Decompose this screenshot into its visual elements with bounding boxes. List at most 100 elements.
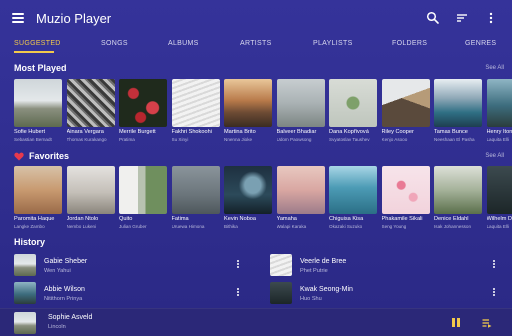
favorites-see-all-link[interactable]: See All	[485, 153, 504, 159]
music-player-app: Muzio Player SUGGESTED SONGS ALBUMS ARTI…	[0, 0, 512, 336]
album-art	[14, 79, 62, 127]
more-vert-icon[interactable]	[491, 288, 497, 298]
album-title: Henry Iton	[486, 129, 512, 135]
album-card[interactable]: Tamas Bunce Neeshaan El Pasha	[434, 79, 482, 151]
tab-suggested[interactable]: SUGGESTED	[14, 40, 61, 47]
album-art	[276, 79, 325, 127]
album-title: Yamaha	[276, 216, 297, 222]
tab-genres[interactable]: GENRES	[465, 40, 496, 47]
history-item[interactable]: Veerle de Bree Phet Putrie	[270, 254, 512, 278]
history-item[interactable]: Abbie Wilson Nitithorn Prinya	[14, 282, 264, 306]
more-vert-icon[interactable]	[235, 260, 241, 270]
album-art	[224, 166, 272, 214]
favorites-row: Paromita Haque Langke Zambo Jordan Ntolo Ne…	[14, 166, 512, 238]
album-title: Tamas Bunce	[434, 129, 468, 135]
album-title: Wilhelm D	[486, 216, 512, 222]
album-art	[276, 166, 325, 214]
tab-albums[interactable]: ALBUMS	[168, 40, 199, 47]
album-card[interactable]: Phakamile Sikali Seng Young	[381, 166, 430, 238]
album-art	[171, 166, 220, 214]
most-played-see-all-link[interactable]: See All	[485, 65, 504, 71]
album-art	[381, 166, 430, 214]
album-artist: Laquita Elli	[486, 137, 509, 142]
album-art	[66, 79, 115, 127]
album-card[interactable]: Wilhelm D Laquita Elli	[486, 166, 512, 238]
track-artist: Huo Shu	[300, 296, 322, 302]
album-card[interactable]: Yamaha Walapi Karaka	[276, 166, 325, 238]
album-art	[14, 254, 36, 276]
album-title: Fatima	[171, 216, 189, 222]
album-card[interactable]: Jordan Ntolo Nembo Lukeni	[66, 166, 115, 238]
album-artist: Nnenna Jioke	[224, 137, 253, 142]
album-artist: Bithika	[224, 224, 238, 229]
album-title: Martina Brito	[224, 129, 256, 135]
album-card[interactable]: Denice Eldahl Isak Johannesson	[434, 166, 482, 238]
tab-artists[interactable]: ARTISTS	[240, 40, 272, 47]
album-card[interactable]: Sofie Hubert Sebastian Bernadt	[14, 79, 62, 151]
album-card[interactable]: Kevin Noboa Bithika	[224, 166, 272, 238]
album-title: Jordan Ntolo	[66, 216, 99, 222]
album-card[interactable]: Riley Cooper Kenjo Asooo	[381, 79, 430, 151]
album-card[interactable]: Merrile Burgett Pratima	[119, 79, 167, 151]
now-playing-artist: Lincoln	[48, 324, 66, 330]
album-art	[329, 166, 377, 214]
album-title: Riley Cooper	[381, 129, 414, 135]
album-artist: Su Xinyi	[171, 137, 189, 142]
queue-icon[interactable]	[482, 318, 492, 328]
sort-icon[interactable]	[455, 11, 469, 25]
album-art	[14, 166, 62, 214]
album-card[interactable]: Quito Julian Gruber	[119, 166, 167, 238]
album-card[interactable]: Chiguisa Kisa Okazaki Suzuko	[329, 166, 377, 238]
track-title: Gabie Sheber	[44, 258, 88, 265]
album-title: Dana Kopřivová	[329, 129, 369, 135]
album-art	[434, 166, 482, 214]
album-artist: Langke Zambo	[14, 224, 45, 229]
album-art	[270, 254, 292, 276]
album-art	[434, 79, 482, 127]
album-card[interactable]: Ainara Vergara Thomas Kurakango	[66, 79, 115, 151]
album-art	[66, 166, 115, 214]
album-artist: Isak Johannesson	[434, 224, 472, 229]
album-title: Chiguisa Kisa	[329, 216, 364, 222]
album-card[interactable]: Henry Iton Laquita Elli	[486, 79, 512, 151]
menu-icon[interactable]	[12, 13, 24, 23]
now-playing-bar[interactable]: Sophie Asveld Lincoln	[0, 308, 512, 336]
search-icon[interactable]	[426, 11, 440, 25]
album-art	[486, 166, 512, 214]
album-title: Merrile Burgett	[119, 129, 156, 135]
tab-playlists[interactable]: PLAYLISTS	[313, 40, 353, 47]
album-title: Fakhri Shokoohi	[171, 129, 212, 135]
album-artist: Pratima	[119, 137, 135, 142]
more-vert-icon[interactable]	[235, 288, 241, 298]
album-artist: Neeshaan El Pasha	[434, 137, 475, 142]
most-played-row: Sofie Hubert Sebastian Bernadt Ainara Verg…	[14, 79, 512, 151]
album-title: Denice Eldahl	[434, 216, 469, 222]
more-vert-icon[interactable]	[484, 11, 498, 25]
album-card[interactable]: Paromita Haque Langke Zambo	[14, 166, 62, 238]
tab-folders[interactable]: FOLDERS	[392, 40, 427, 47]
album-artist: Laquita Elli	[486, 224, 509, 229]
history-item[interactable]: Gabie Sheber Wen Yahui	[14, 254, 264, 278]
album-card[interactable]: Fatima Uruewa Himona	[171, 166, 220, 238]
album-card[interactable]: Fakhri Shokoohi Su Xinyi	[171, 79, 220, 151]
now-playing-album-art	[14, 312, 36, 334]
album-title: Paromita Haque	[14, 216, 55, 222]
album-artist: Kenjo Asooo	[381, 137, 408, 142]
album-card[interactable]: Martina Brito Nnenna Jioke	[224, 79, 272, 151]
history-item[interactable]: Kwak Seong-Min Huo Shu	[270, 282, 512, 306]
album-title: Balveer Bhadiar	[276, 129, 317, 135]
album-card[interactable]: Balveer Bhadiar Udom Paowsong	[276, 79, 325, 151]
more-vert-icon[interactable]	[491, 260, 497, 270]
album-art	[486, 79, 512, 127]
album-card[interactable]: Dana Kopřivová Svyatoslav Taushev	[329, 79, 377, 151]
track-title: Kwak Seong-Min	[300, 286, 353, 293]
favorites-heading: Favorites	[29, 151, 70, 161]
album-artist: Udom Paowsong	[276, 137, 312, 142]
now-playing-title: Sophie Asveld	[48, 314, 93, 321]
pause-icon[interactable]	[452, 318, 460, 327]
album-title: Kevin Noboa	[224, 216, 257, 222]
track-title: Abbie Wilson	[44, 286, 85, 293]
track-title: Veerle de Bree	[300, 258, 347, 265]
album-art	[119, 79, 167, 127]
tab-songs[interactable]: SONGS	[101, 40, 128, 47]
